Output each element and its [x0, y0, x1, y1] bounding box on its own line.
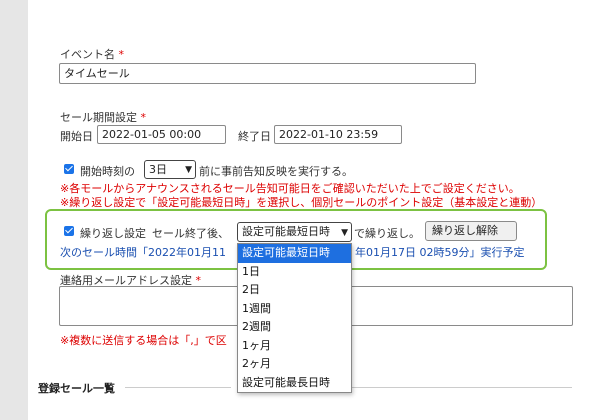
chevron-down-icon: ▼: [341, 228, 348, 238]
notice-prefix: 開始時刻の: [80, 165, 135, 178]
repeat-text-after: で繰り返し。: [354, 227, 420, 240]
dropdown-option[interactable]: 1ヶ月: [238, 337, 351, 356]
next-sale-time-left: 次のセール時間「2022年01月11: [60, 246, 226, 259]
registered-sales-title: 登録セール一覧: [38, 382, 115, 395]
required-mark: *: [118, 48, 125, 61]
repeat-text-before: セール終了後、: [152, 227, 229, 240]
start-date-label: 開始日: [60, 130, 93, 143]
dropdown-option[interactable]: 2週間: [238, 318, 351, 337]
email-note: ※複数に送信する場合は「,」で区: [60, 334, 227, 347]
event-name-label-text: イベント名: [60, 48, 115, 61]
dropdown-option[interactable]: 設定可能最短日時: [238, 244, 351, 263]
section-divider: [125, 387, 231, 388]
event-name-label: イベント名 *: [60, 46, 124, 62]
dropdown-option[interactable]: 1日: [238, 263, 351, 282]
repeat-interval-value: 設定可能最短日時: [242, 225, 330, 238]
dropdown-option[interactable]: 2日: [238, 281, 351, 300]
sale-period-label-text: セール期間設定: [60, 111, 137, 124]
notice-days-select[interactable]: 3日 ▼: [144, 160, 196, 179]
required-mark: *: [140, 111, 147, 124]
repeat-checkbox[interactable]: [64, 226, 74, 236]
repeat-checkbox-label: 繰り返し設定: [80, 227, 146, 240]
repeat-cancel-button[interactable]: 繰り返し解除: [425, 221, 517, 241]
start-date-input[interactable]: 2022-01-05 00:00: [97, 125, 226, 144]
section-divider: [352, 387, 572, 388]
repeat-interval-select[interactable]: 設定可能最短日時 ▼: [237, 222, 352, 242]
dropdown-option[interactable]: 設定可能最長日時: [238, 374, 351, 393]
chevron-down-icon: ▼: [185, 165, 192, 175]
advance-notice-checkbox[interactable]: [64, 164, 74, 174]
sale-period-label: セール期間設定 *: [60, 109, 146, 125]
end-date-label: 終了日: [238, 130, 271, 143]
dropdown-option[interactable]: 2ヶ月: [238, 355, 351, 374]
repeat-interval-dropdown: 設定可能最短日時 1日 2日 1週間 2週間 1ヶ月 2ヶ月 設定可能最長日時: [237, 243, 352, 393]
notice-warning-2: ※繰り返し設定で「設定可能最短日時」を選択し、個別セールのポイント設定（基本設定…: [60, 196, 543, 209]
notice-suffix: 前に事前告知反映を実行する。: [199, 165, 353, 178]
notice-days-value: 3日: [149, 163, 167, 176]
dropdown-option[interactable]: 1週間: [238, 300, 351, 319]
end-date-input[interactable]: 2022-01-10 23:59: [274, 125, 402, 144]
next-sale-time-right: 年01月17日 02時59分」実行予定: [355, 246, 525, 259]
event-name-input[interactable]: タイムセール: [59, 63, 476, 84]
